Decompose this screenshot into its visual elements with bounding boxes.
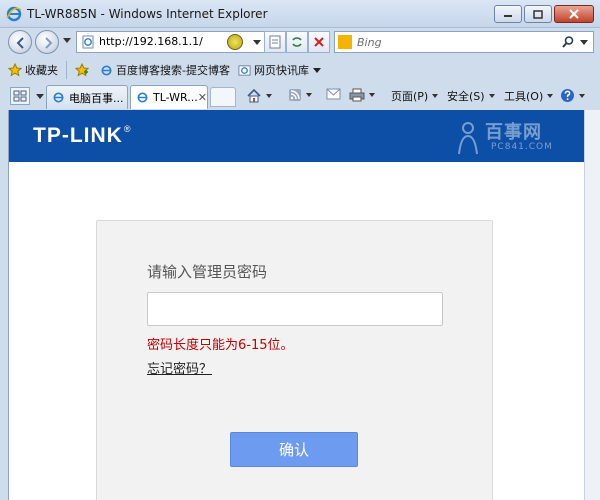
web-slice-icon bbox=[238, 64, 251, 76]
admin-password-input[interactable] bbox=[147, 292, 443, 326]
printer-icon bbox=[349, 88, 365, 102]
tab-pc841[interactable]: 电脑百事... bbox=[46, 85, 128, 109]
login-panel: 请输入管理员密码 密码长度只能为6-15位。 忘记密码？ 确认 bbox=[96, 220, 493, 500]
favorites-button[interactable]: 收藏夹 bbox=[8, 62, 58, 78]
search-box[interactable]: Bing bbox=[334, 31, 594, 53]
help-button[interactable] bbox=[560, 88, 585, 103]
forgot-password-link[interactable]: 忘记密码？ bbox=[147, 358, 212, 377]
tab-bar: 电脑百事... TL-WR... ✕ 页面(P) 安全(S) 工具(O) bbox=[0, 84, 600, 110]
favorites-bar: 收藏夹 百度博客搜索-提交博客 网页快讯库 bbox=[0, 58, 600, 82]
maximize-icon bbox=[533, 9, 543, 19]
ie-logo-icon bbox=[6, 6, 22, 22]
favorite-link-baidu-blog[interactable]: 百度博客搜索-提交博客 bbox=[100, 62, 230, 78]
watermark-figure-icon bbox=[458, 122, 478, 155]
forward-button[interactable] bbox=[35, 30, 59, 54]
ie-tab-icon bbox=[137, 92, 148, 103]
web-slice-label: 网页快讯库 bbox=[253, 64, 309, 77]
window-title: TL-WR885N - Windows Internet Explorer bbox=[27, 7, 268, 21]
safety-menu-label: 安全(S) bbox=[447, 90, 485, 103]
web-slice-gallery-button[interactable]: 网页快讯库 bbox=[238, 62, 321, 78]
favorites-separator bbox=[66, 61, 67, 79]
add-favorite-star-icon bbox=[75, 63, 89, 77]
url-text: http://192.168.1.1/ bbox=[99, 35, 203, 48]
search-placeholder: Bing bbox=[357, 36, 382, 49]
page-menu-label: 页面(P) bbox=[391, 90, 429, 103]
tools-menu-dropdown-icon bbox=[547, 94, 554, 98]
tab-tl-wr[interactable]: TL-WR... ✕ bbox=[130, 85, 208, 109]
favorites-label: 收藏夹 bbox=[25, 64, 58, 77]
tab-label: TL-WR... bbox=[153, 91, 198, 104]
close-icon bbox=[569, 9, 579, 19]
add-to-favorites-bar-button[interactable] bbox=[75, 63, 92, 77]
address-dropdown-icon[interactable] bbox=[253, 40, 261, 45]
refresh-icon bbox=[292, 37, 302, 47]
favorite-link-label: 百度博客搜索-提交博客 bbox=[116, 64, 230, 77]
confirm-button[interactable]: 确认 bbox=[230, 432, 358, 467]
home-dropdown-icon[interactable] bbox=[266, 93, 272, 98]
tplink-header-banner: TP-LINK® 百事网 PC841.COM bbox=[9, 110, 584, 162]
tab-label: 电脑百事... bbox=[69, 91, 124, 105]
history-dropdown-icon[interactable] bbox=[63, 38, 71, 43]
read-mail-button[interactable] bbox=[326, 88, 341, 100]
pc841-watermark: 百事网 PC841.COM bbox=[451, 118, 581, 158]
favorites-star-icon bbox=[8, 63, 22, 77]
password-length-error: 密码长度只能为6-15位。 bbox=[147, 338, 294, 353]
tplink-logo-text: TP-LINK bbox=[33, 124, 123, 147]
watermark-text: 百事网 bbox=[485, 122, 542, 143]
compatibility-view-icon[interactable] bbox=[227, 34, 243, 50]
tools-menu-label: 工具(O) bbox=[504, 90, 544, 103]
minimize-button[interactable] bbox=[494, 5, 522, 23]
mail-icon bbox=[326, 88, 341, 100]
quick-tabs-icon bbox=[13, 90, 27, 102]
watermark-subtext: PC841.COM bbox=[491, 142, 553, 152]
refresh-button[interactable] bbox=[286, 31, 308, 53]
search-options-dropdown-icon[interactable] bbox=[580, 40, 588, 45]
page-menu-dropdown-icon bbox=[432, 94, 439, 98]
stop-icon bbox=[314, 37, 324, 47]
home-icon bbox=[247, 88, 261, 103]
safety-menu-dropdown-icon bbox=[488, 94, 495, 98]
back-arrow-icon bbox=[16, 37, 24, 49]
maximize-button[interactable] bbox=[524, 5, 552, 23]
page-icon bbox=[82, 35, 94, 49]
vertical-scrollbar[interactable] bbox=[584, 110, 600, 500]
search-icon[interactable] bbox=[561, 35, 575, 49]
web-slice-dropdown-icon[interactable] bbox=[312, 67, 321, 73]
page-menu[interactable]: 页面(P) bbox=[391, 88, 439, 104]
registered-mark: ® bbox=[123, 124, 132, 134]
navigation-bar: http://192.168.1.1/ Bing bbox=[0, 28, 600, 56]
password-prompt: 请输入管理员密码 bbox=[147, 263, 268, 281]
tab-list-dropdown-icon[interactable] bbox=[36, 94, 44, 99]
ie-page-icon bbox=[101, 64, 112, 76]
tools-menu[interactable]: 工具(O) bbox=[504, 88, 554, 104]
rss-feed-icon bbox=[289, 89, 301, 101]
safety-menu[interactable]: 安全(S) bbox=[447, 88, 495, 104]
help-dropdown-icon[interactable] bbox=[579, 93, 585, 98]
bing-logo-icon bbox=[338, 35, 352, 49]
close-button[interactable] bbox=[554, 5, 594, 23]
help-icon bbox=[561, 89, 574, 102]
new-tab-button[interactable] bbox=[210, 87, 236, 107]
print-button[interactable] bbox=[349, 88, 375, 102]
stop-button[interactable] bbox=[308, 31, 330, 53]
ie-tab-icon bbox=[53, 92, 64, 103]
feeds-dropdown-icon[interactable] bbox=[306, 93, 312, 97]
back-button[interactable] bbox=[8, 30, 32, 54]
print-dropdown-icon[interactable] bbox=[369, 93, 375, 97]
home-button[interactable] bbox=[246, 88, 272, 103]
window-title-bar: TL-WR885N - Windows Internet Explorer bbox=[0, 0, 600, 28]
tplink-logo: TP-LINK® bbox=[33, 124, 131, 148]
page-content: TP-LINK® 百事网 PC841.COM 请输入管理员密码 密码长度只能为6… bbox=[8, 110, 584, 500]
forward-arrow-icon bbox=[45, 37, 53, 49]
compat-page-icon bbox=[269, 35, 281, 49]
compat-button[interactable] bbox=[264, 31, 286, 53]
minimize-icon bbox=[504, 15, 512, 17]
close-tab-icon[interactable]: ✕ bbox=[198, 91, 207, 104]
feeds-button[interactable] bbox=[288, 88, 312, 102]
quick-tabs-button[interactable] bbox=[10, 87, 30, 105]
